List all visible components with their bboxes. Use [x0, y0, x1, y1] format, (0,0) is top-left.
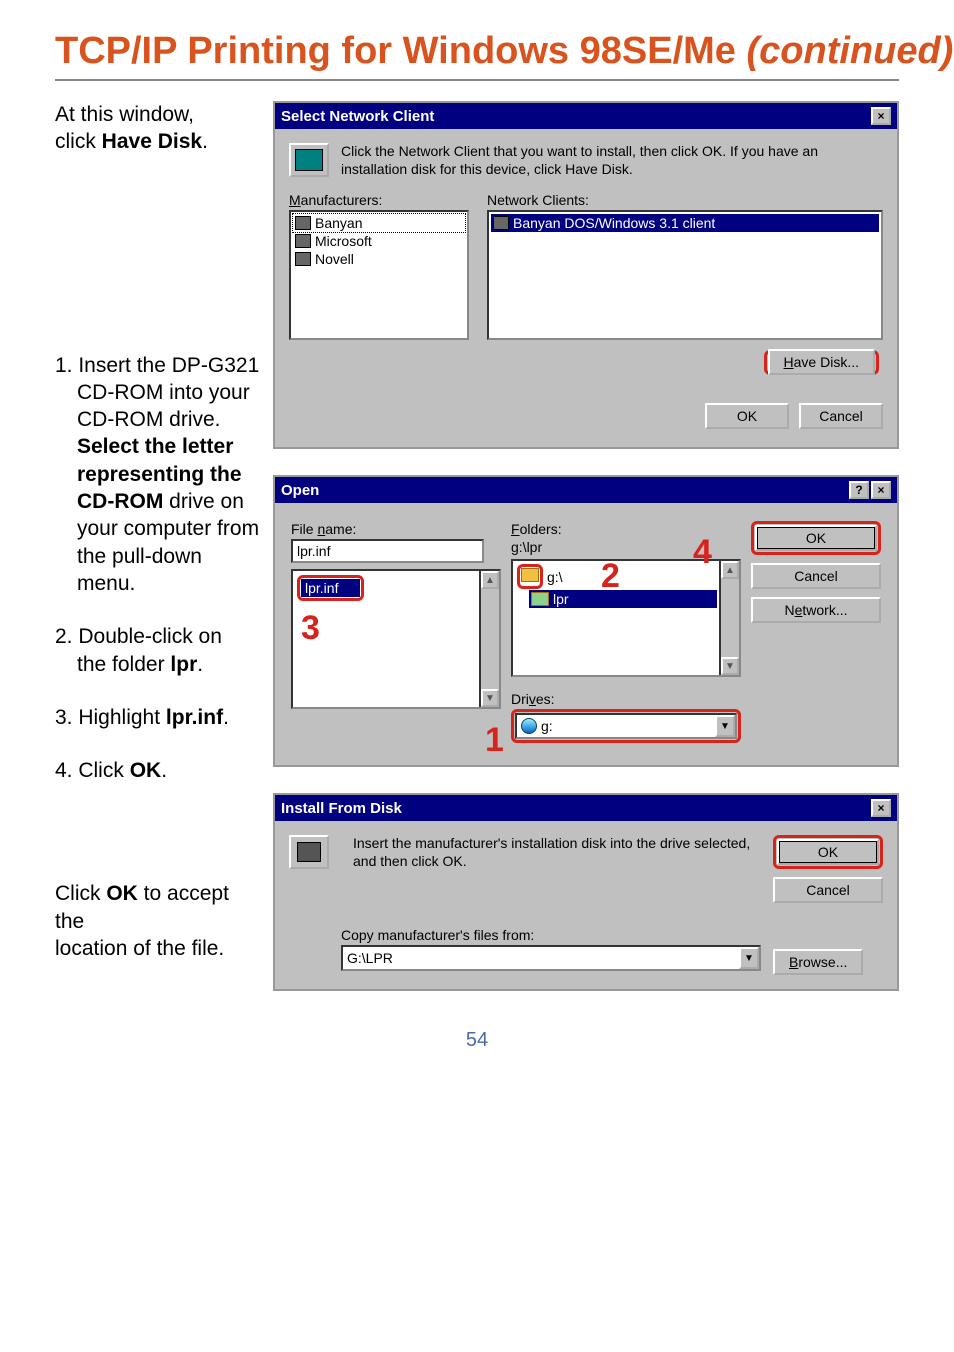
title-divider	[55, 79, 899, 81]
chevron-down-icon[interactable]: ▼	[739, 947, 759, 969]
highlight-ring: g: ▼	[511, 709, 741, 743]
file-name-label: File name:	[291, 521, 501, 537]
network-clients-label: Network Clients:	[487, 192, 883, 208]
folder-icon	[521, 568, 539, 582]
folders-label: Folders:	[511, 521, 741, 537]
computer-icon	[295, 234, 311, 248]
manufacturers-label: Manufacturers:	[289, 192, 469, 208]
dialog-titlebar[interactable]: Select Network Client ×	[275, 103, 897, 129]
list-item[interactable]: Banyan	[293, 214, 465, 232]
help-icon[interactable]: ?	[849, 481, 869, 499]
scroll-up-icon[interactable]: ▲	[721, 561, 739, 579]
computer-icon	[493, 216, 509, 230]
scrollbar[interactable]: ▲ ▼	[719, 561, 739, 675]
title-suffix: (continued)	[746, 30, 953, 72]
cd-icon	[521, 718, 537, 734]
scroll-down-icon[interactable]: ▼	[481, 689, 499, 707]
dialog-title: Open	[281, 482, 847, 499]
file-list[interactable]: lpr.inf ▲ ▼	[291, 569, 501, 709]
copy-from-dropdown[interactable]: G:\LPR ▼	[341, 945, 761, 971]
step-3: 3. Highlight lpr.inf.	[55, 704, 263, 731]
highlight-ring: OK	[773, 835, 883, 869]
dialog-titlebar[interactable]: Install From Disk ×	[275, 795, 897, 821]
title-main: TCP/IP Printing for Windows 98SE/Me	[55, 30, 746, 72]
drives-dropdown[interactable]: g: ▼	[515, 713, 737, 739]
folders-path: g:\lpr	[511, 539, 741, 555]
browse-button[interactable]: Browse...	[773, 949, 863, 975]
file-name-input[interactable]	[291, 539, 484, 563]
list-item[interactable]: Novell	[293, 250, 465, 268]
intro-text: At this window, click Have Disk.	[55, 101, 263, 156]
list-item[interactable]: g:\	[515, 563, 717, 590]
highlight-ring	[517, 564, 543, 589]
step-1: 1. Insert the DP-G321 CD-ROM into your C…	[55, 352, 263, 598]
copy-from-label: Copy manufacturer's files from:	[341, 927, 761, 943]
disk-icon	[289, 835, 329, 869]
intro-line2: click Have Disk.	[55, 128, 263, 155]
dialog-hint: Click the Network Client that you want t…	[341, 143, 883, 178]
manufacturers-list[interactable]: Banyan Microsoft Novell	[289, 210, 469, 340]
computer-icon	[295, 252, 311, 266]
highlight-ring: Have Disk...	[764, 350, 879, 375]
dialog-hint: Insert the manufacturer's installation d…	[353, 835, 761, 903]
folders-list[interactable]: g:\ lpr ▲ ▼	[511, 559, 741, 677]
network-button[interactable]: Network...	[751, 597, 881, 623]
network-clients-list[interactable]: Banyan DOS/Windows 3.1 client	[487, 210, 883, 340]
network-client-icon	[289, 143, 329, 177]
close-icon[interactable]: ×	[871, 799, 891, 817]
scroll-down-icon[interactable]: ▼	[721, 657, 739, 675]
select-network-client-dialog: Select Network Client × Click the Networ…	[273, 101, 899, 449]
step-4: 4. Click OK.	[55, 757, 263, 784]
dialog-title: Install From Disk	[281, 800, 869, 817]
cancel-button[interactable]: Cancel	[751, 563, 881, 589]
list-item[interactable]: Banyan DOS/Windows 3.1 client	[491, 214, 879, 232]
highlight-ring: lpr.inf	[297, 575, 364, 601]
below-text: Click OK to accept the location of the f…	[55, 880, 263, 962]
scroll-up-icon[interactable]: ▲	[481, 571, 499, 589]
dialog-titlebar[interactable]: Open ? ×	[275, 477, 897, 503]
page-title: TCP/IP Printing for Windows 98SE/Me (con…	[55, 30, 899, 73]
close-icon[interactable]: ×	[871, 481, 891, 499]
have-disk-button[interactable]: Have Disk...	[768, 349, 875, 375]
dialog-title: Select Network Client	[281, 108, 869, 125]
open-dialog: Open ? × File name: lp	[273, 475, 899, 767]
step-2: 2. Double-click on the folder lpr.	[55, 623, 263, 678]
list-item[interactable]: lpr.inf	[301, 579, 360, 597]
list-item[interactable]: Microsoft	[293, 232, 465, 250]
cancel-button[interactable]: Cancel	[773, 877, 883, 903]
drives-label: Drives:	[511, 691, 741, 707]
computer-icon	[295, 216, 311, 230]
install-from-disk-dialog: Install From Disk × Insert the manufactu…	[273, 793, 899, 991]
chevron-down-icon[interactable]: ▼	[715, 715, 735, 737]
scrollbar[interactable]: ▲ ▼	[479, 571, 499, 707]
folder-open-icon	[531, 592, 549, 606]
list-item[interactable]: lpr	[529, 590, 717, 608]
highlight-ring: OK	[751, 521, 881, 555]
intro-line1: At this window,	[55, 101, 263, 128]
cancel-button[interactable]: Cancel	[799, 403, 883, 429]
ok-button[interactable]: OK	[777, 839, 879, 865]
ok-button[interactable]: OK	[705, 403, 789, 429]
close-icon[interactable]: ×	[871, 107, 891, 125]
ok-button[interactable]: OK	[755, 525, 877, 551]
page-number: 54	[55, 1029, 899, 1052]
